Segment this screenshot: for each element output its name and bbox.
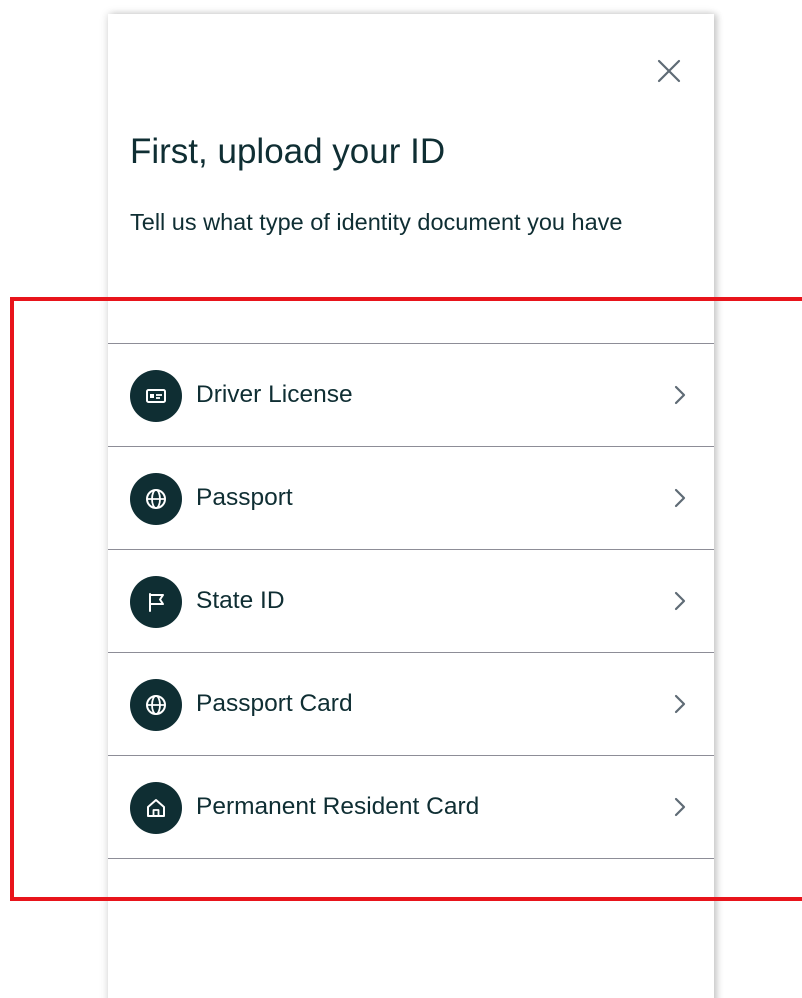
- flag-icon: [130, 576, 182, 628]
- chevron-right-icon: [668, 795, 692, 819]
- screen: First, upload your ID Tell us what type …: [0, 0, 802, 998]
- page-subtitle: Tell us what type of identity document y…: [130, 209, 623, 235]
- chevron-right-icon: [668, 589, 692, 613]
- globe-icon: [130, 679, 182, 731]
- id-type-list: Driver License Passport State ID Passpor…: [108, 343, 714, 859]
- globe-icon: [130, 473, 182, 525]
- id-option-label: Permanent Resident Card: [196, 793, 480, 820]
- id-option-driver-license[interactable]: Driver License: [108, 344, 714, 447]
- close-button[interactable]: [654, 56, 684, 86]
- id-card-icon: [130, 370, 182, 422]
- chevron-right-icon: [668, 486, 692, 510]
- id-option-passport-card[interactable]: Passport Card: [108, 653, 714, 756]
- id-option-label: Passport: [196, 484, 293, 511]
- chevron-right-icon: [668, 692, 692, 716]
- page-title: First, upload your ID: [130, 132, 446, 171]
- id-option-permanent-resident-card[interactable]: Permanent Resident Card: [108, 756, 714, 859]
- home-icon: [130, 782, 182, 834]
- id-option-passport[interactable]: Passport: [108, 447, 714, 550]
- close-icon: [657, 59, 681, 83]
- id-option-label: Passport Card: [196, 690, 353, 717]
- chevron-right-icon: [668, 383, 692, 407]
- id-option-state-id[interactable]: State ID: [108, 550, 714, 653]
- upload-id-panel: First, upload your ID Tell us what type …: [108, 14, 714, 998]
- id-option-label: State ID: [196, 587, 285, 614]
- id-option-label: Driver License: [196, 381, 353, 408]
